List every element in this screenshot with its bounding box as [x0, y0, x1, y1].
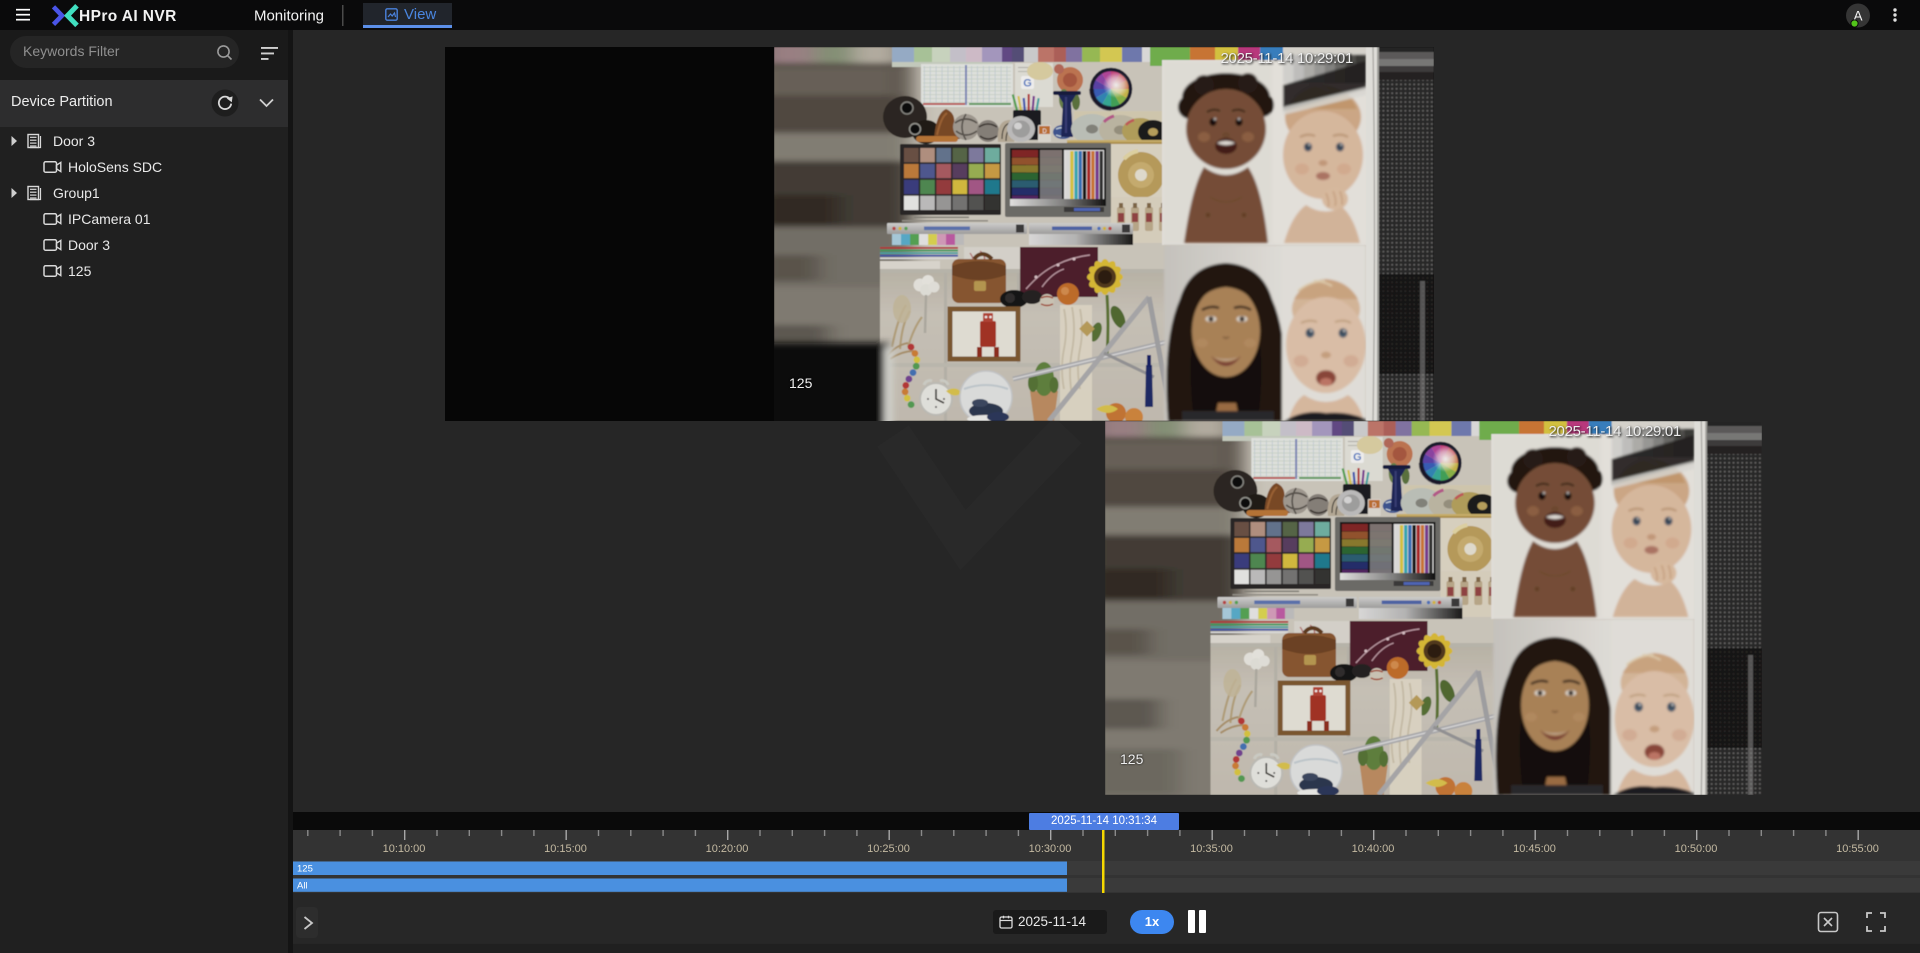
- svg-text:IPCamera 01: IPCamera 01: [68, 211, 151, 227]
- svg-text:10:30:00: 10:30:00: [1029, 843, 1072, 855]
- svg-text:HoloSens SDC: HoloSens SDC: [68, 159, 162, 175]
- svg-text:10:20:00: 10:20:00: [706, 843, 749, 855]
- svg-text:10:15:00: 10:15:00: [544, 843, 587, 855]
- svg-text:All: All: [297, 881, 308, 892]
- svg-text:125: 125: [68, 263, 92, 279]
- svg-text:10:45:00: 10:45:00: [1513, 843, 1556, 855]
- svg-text:10:10:00: 10:10:00: [383, 843, 426, 855]
- svg-text:10:50:00: 10:50:00: [1675, 843, 1718, 855]
- svg-text:Door 3: Door 3: [53, 133, 95, 149]
- svg-text:Monitoring: Monitoring: [254, 8, 324, 25]
- svg-text:Group1: Group1: [53, 185, 100, 201]
- svg-text:HPro AI NVR: HPro AI NVR: [79, 8, 177, 25]
- svg-text:10:55:00: 10:55:00: [1836, 843, 1879, 855]
- svg-text:10:40:00: 10:40:00: [1352, 843, 1395, 855]
- svg-text:125: 125: [297, 864, 313, 875]
- svg-text:10:35:00: 10:35:00: [1190, 843, 1233, 855]
- svg-text:10:25:00: 10:25:00: [867, 843, 910, 855]
- svg-text:Door 3: Door 3: [68, 237, 110, 253]
